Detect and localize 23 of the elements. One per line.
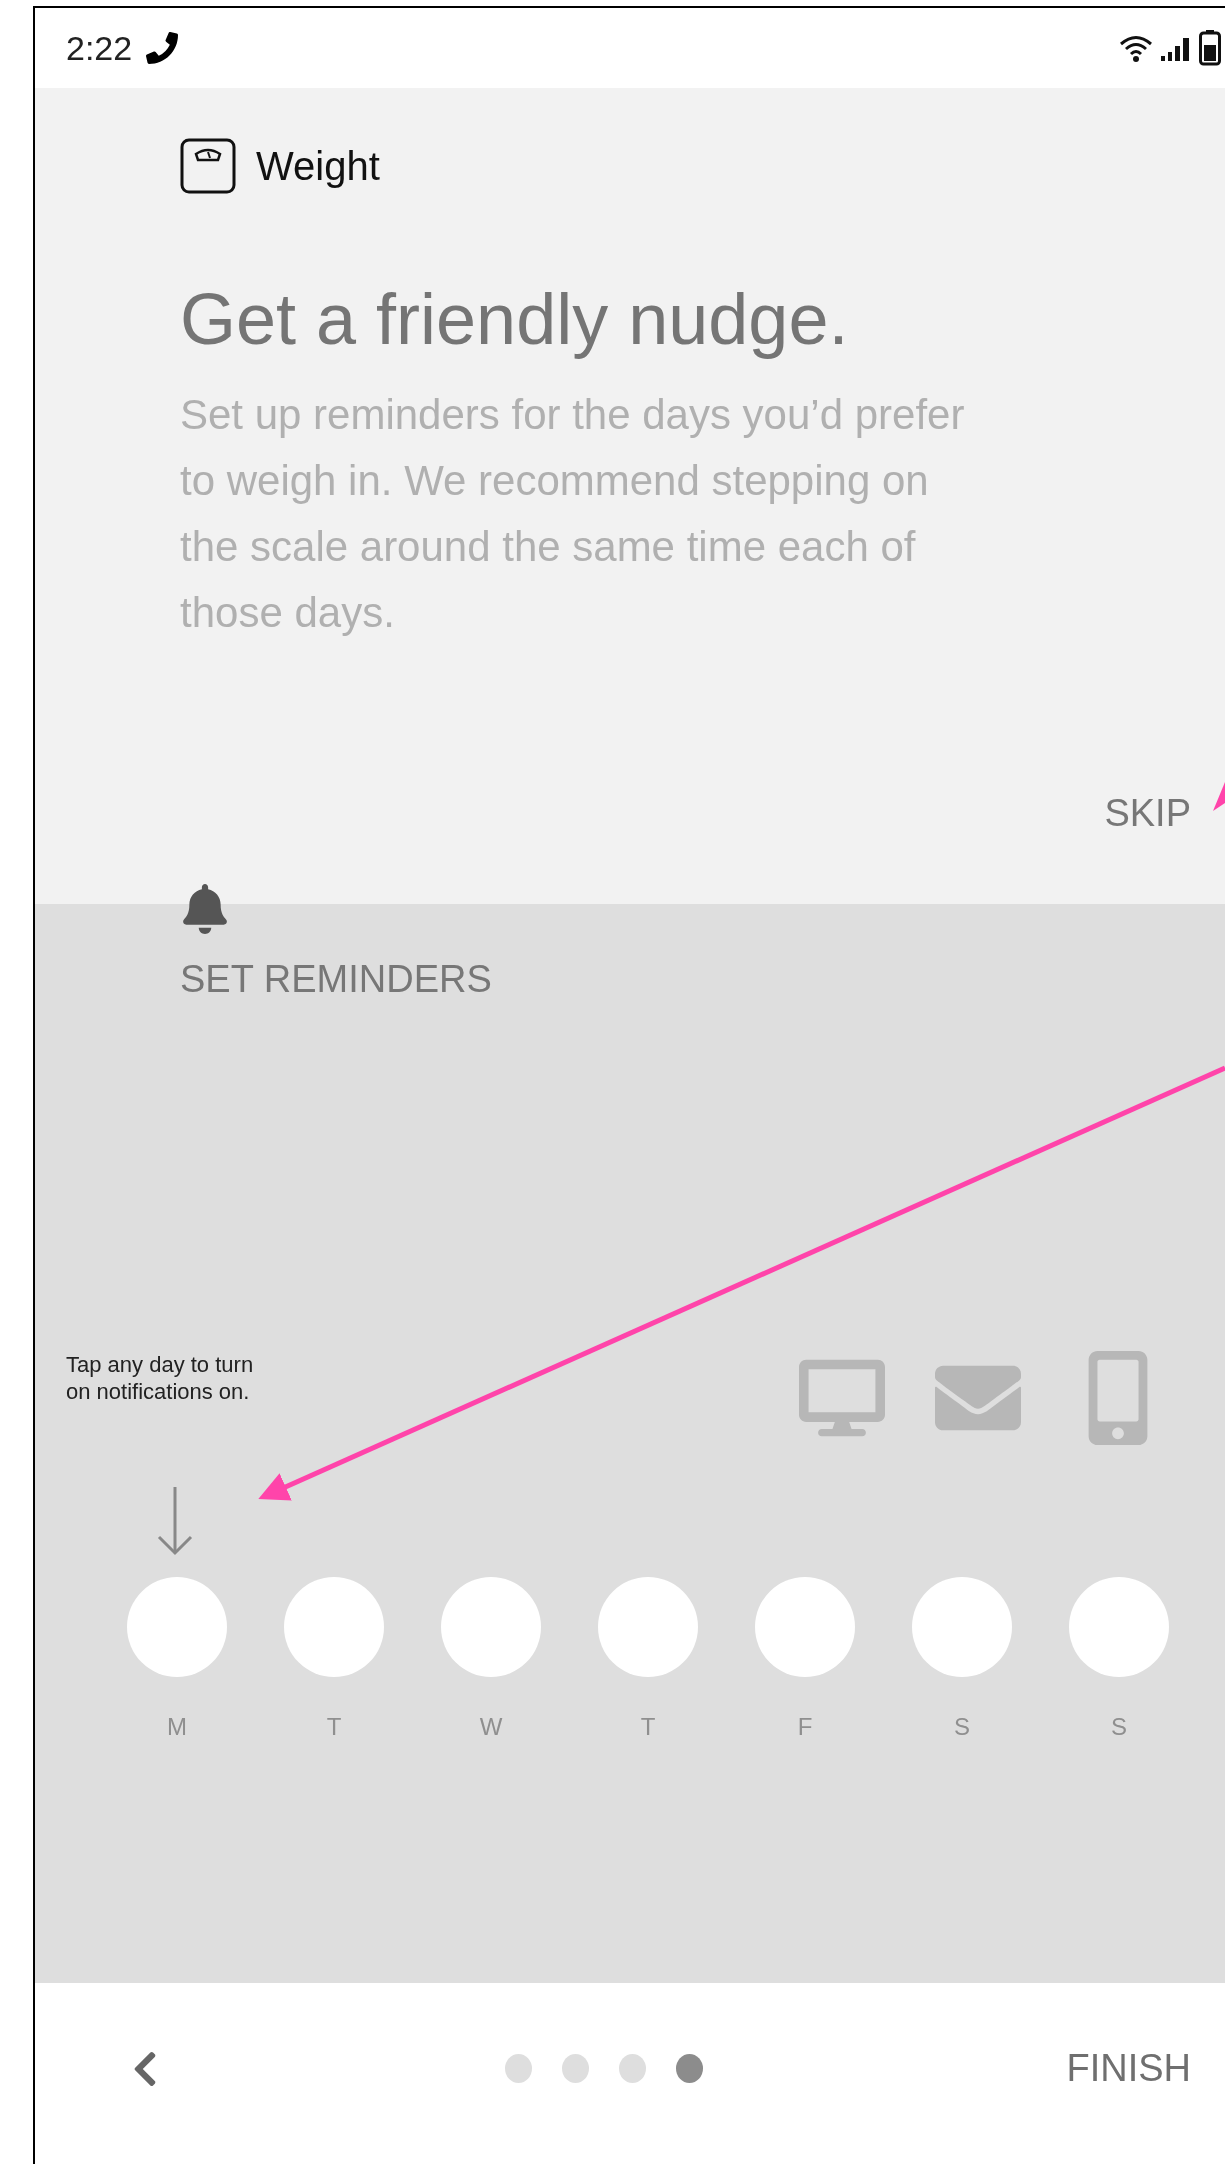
battery-icon [1199, 30, 1221, 66]
description: Set up reminders for the days you’d prefer to weigh in. We recommend stepping on the scale around the same time each of those days. [180, 390, 966, 638]
scale-icon [180, 138, 236, 194]
day-label: W [479, 1713, 503, 1741]
bell-icon [180, 884, 230, 934]
finish-button[interactable]: FINISH [1062, 2043, 1195, 2094]
heading: Get a friendly nudge. [180, 278, 850, 360]
header-title: Weight [256, 143, 380, 189]
skip-button[interactable]: SKIP [1100, 788, 1195, 839]
phone-call-icon [146, 32, 179, 64]
hint-text: Tap any day to turn on notifications on. [66, 1351, 255, 1405]
day-label: S [954, 1713, 970, 1741]
day-label: T [640, 1713, 656, 1741]
signal-icon [1161, 35, 1191, 61]
annotation-arrowhead [1213, 782, 1225, 811]
down-arrow-icon [155, 1485, 195, 1557]
day-label: F [797, 1713, 813, 1741]
day-label: T [326, 1713, 342, 1741]
section-title: SET REMINDERS [180, 958, 493, 1001]
day-label: M [167, 1713, 187, 1741]
status-time: 2:22 [66, 28, 133, 68]
day-label: S [1111, 1713, 1127, 1741]
wifi-icon [1119, 34, 1153, 62]
